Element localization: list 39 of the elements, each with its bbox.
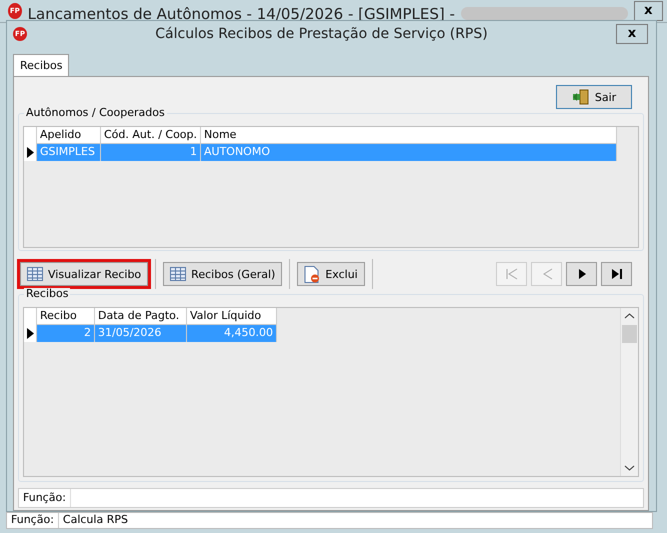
skip-arrow-icon	[504, 268, 518, 280]
next-record-button[interactable]	[566, 262, 597, 286]
status-label: Função:	[7, 513, 59, 528]
last-record-button[interactable]	[601, 262, 632, 286]
scroll-thumb[interactable]	[622, 325, 637, 343]
status-text: Calcula RPS	[62, 513, 129, 528]
action-button[interactable]: Visualizar Recibo	[20, 262, 148, 286]
table-cell: 1	[101, 144, 201, 161]
group-title: Recibos	[24, 288, 70, 300]
tab[interactable]: Recibos	[13, 54, 70, 76]
corner-header-cell	[24, 127, 37, 144]
close-button[interactable]: x	[616, 24, 648, 44]
table-cell: 31/05/2026	[95, 325, 187, 342]
document-delete-icon	[304, 266, 320, 282]
skip-arrow-icon	[610, 268, 624, 280]
table-icon	[27, 267, 43, 281]
table-cell: AUTONOMO	[201, 144, 617, 161]
column-header[interactable]: Nome	[201, 127, 617, 144]
corner-header-cell	[24, 308, 37, 325]
column-header[interactable]: Cód. Aut. / Coop.	[101, 127, 201, 144]
table-cell: 2	[37, 325, 95, 342]
dialog-title: Cálculos Recibos de Prestação de Serviço (RPS)	[154, 26, 489, 42]
table-cell: GSIMPLES	[37, 144, 101, 161]
exit-button[interactable]: Sair	[556, 85, 632, 109]
window-title: Lancamentos de Autônomos - 14/05/2026 - [GSIMPLES] -	[28, 6, 455, 22]
close-button[interactable]: x	[634, 1, 663, 21]
column-header[interactable]: Valor Líquido	[187, 308, 277, 325]
group-title: Autônomos / Cooperados	[24, 107, 167, 119]
door-icon	[572, 89, 590, 105]
column-header[interactable]: Data de Pagto.	[95, 308, 187, 325]
vertical-scrollbar[interactable]	[620, 308, 638, 476]
column-header[interactable]: Apelido	[37, 127, 101, 144]
action-button[interactable]: Exclui	[297, 262, 365, 286]
row-pointer-icon	[26, 328, 34, 339]
action-button[interactable]: Recibos (Geral)	[163, 262, 282, 286]
table-icon	[170, 267, 186, 281]
table-cell: 4,450.00	[187, 325, 277, 342]
row-pointer-icon	[26, 147, 34, 158]
column-header[interactable]: Recibo	[37, 308, 95, 325]
